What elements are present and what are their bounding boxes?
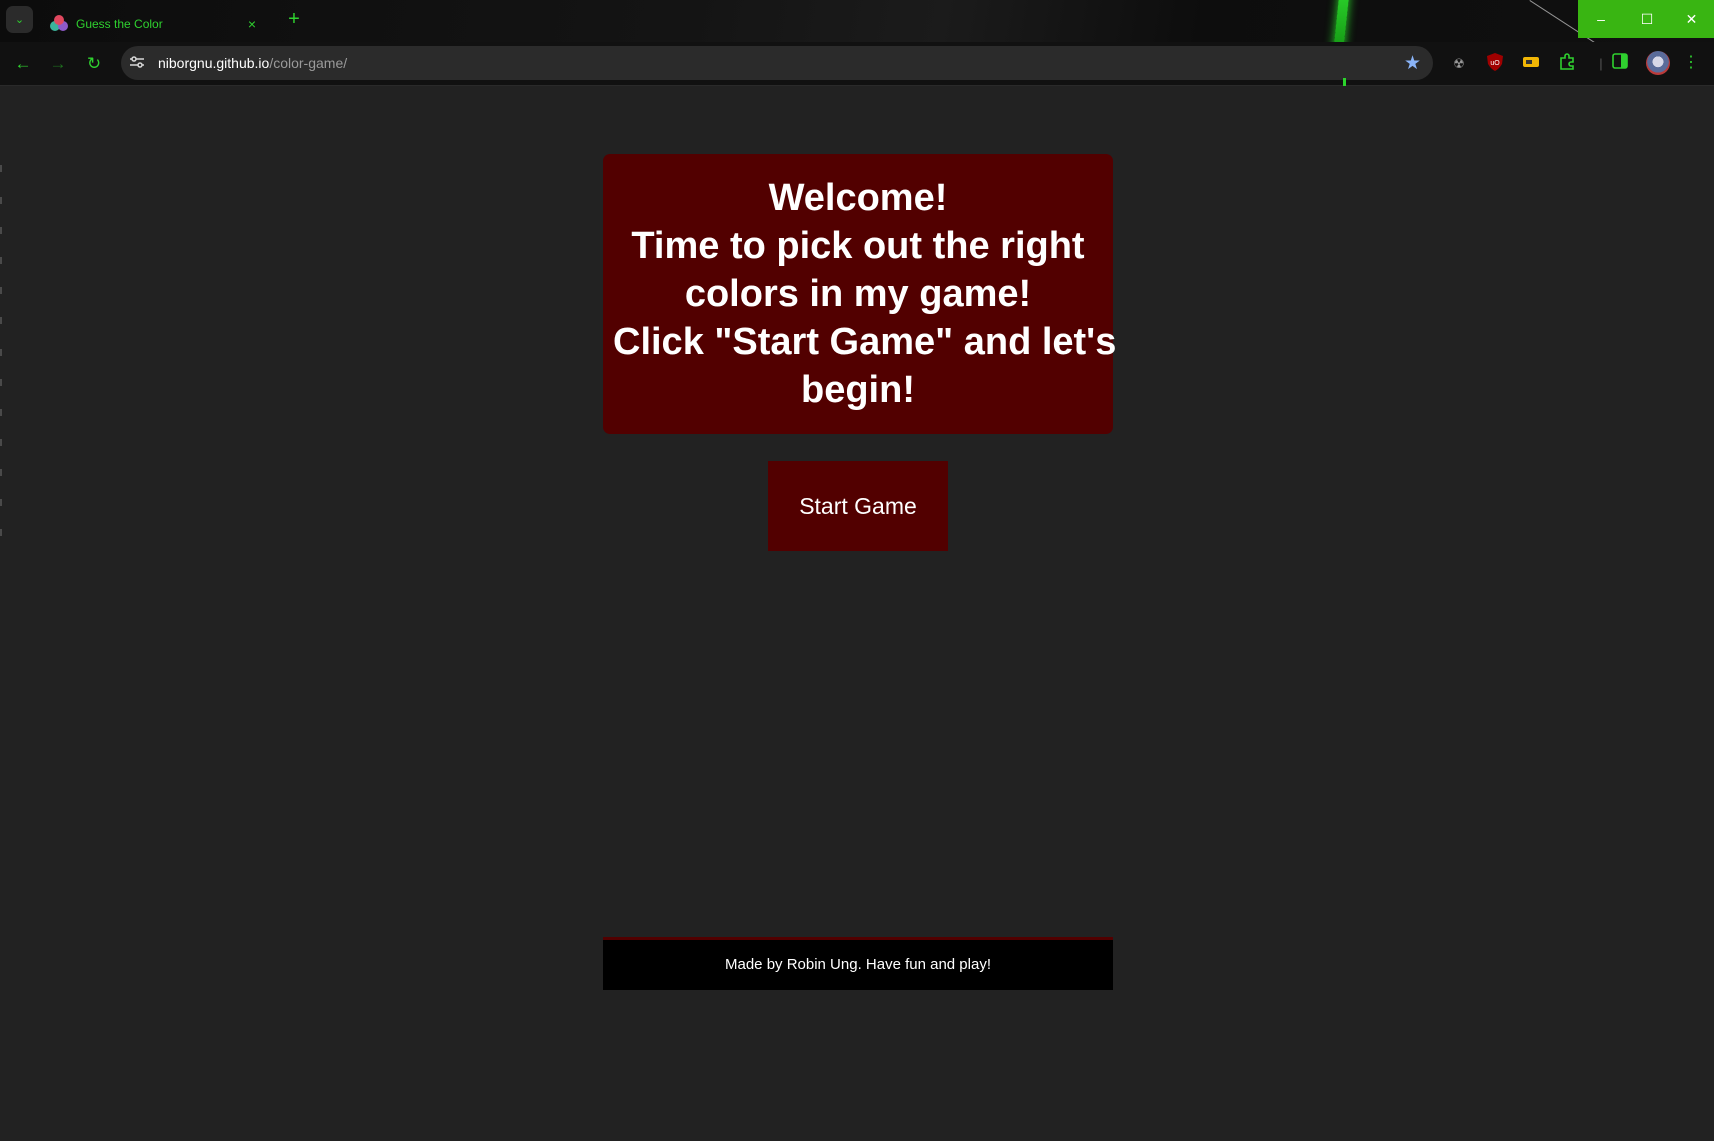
wallpaper-accent bbox=[1343, 78, 1346, 86]
back-button[interactable]: ← bbox=[10, 51, 36, 77]
minimize-button[interactable]: – bbox=[1578, 0, 1624, 38]
chevron-down-icon: ⌄ bbox=[14, 14, 25, 26]
tune-icon[interactable] bbox=[130, 55, 146, 71]
browser-toolbar: ← → ↻ niborgnu.github.io/color-game/ ★ ☢… bbox=[0, 42, 1714, 86]
forward-button[interactable]: → bbox=[45, 51, 71, 77]
start-game-button[interactable]: Start Game bbox=[768, 461, 948, 551]
close-window-button[interactable]: ✕ bbox=[1669, 0, 1714, 38]
maximize-button[interactable]: ☐ bbox=[1624, 0, 1670, 38]
welcome-line: Click "Start Game" and let's bbox=[613, 321, 1117, 363]
close-tab-icon[interactable]: × bbox=[244, 16, 260, 32]
welcome-line: colors in my game! bbox=[684, 273, 1032, 315]
tab-guess-the-color[interactable]: Guess the Color × bbox=[40, 5, 270, 42]
ublock-icon[interactable]: uO bbox=[1484, 53, 1506, 75]
footer: Made by Robin Ung. Have fun and play! bbox=[603, 937, 1113, 990]
tab-search-button[interactable]: ⌄ bbox=[6, 6, 33, 33]
avatar[interactable] bbox=[1646, 51, 1670, 75]
welcome-heading: Welcome! bbox=[768, 177, 948, 219]
color-circles-icon bbox=[50, 14, 68, 33]
url-path: /color-game/ bbox=[269, 55, 348, 71]
sidepanel-icon[interactable] bbox=[1609, 53, 1631, 75]
footer-text: Made by Robin Ung. Have fun and play! bbox=[725, 956, 991, 973]
new-tab-button[interactable]: + bbox=[282, 8, 306, 32]
url-domain: niborgnu.github.io bbox=[158, 55, 270, 71]
wallpaper-streak bbox=[1332, 0, 1350, 42]
svg-text:uO: uO bbox=[1490, 60, 1500, 67]
welcome-panel: Welcome! Time to pick out the right colo… bbox=[603, 154, 1117, 434]
welcome-line: begin! bbox=[801, 369, 915, 411]
radiation-icon[interactable]: ☢ bbox=[1448, 53, 1470, 75]
tab-title: Guess the Color bbox=[76, 16, 163, 31]
page-body: Welcome! Time to pick out the right colo… bbox=[0, 87, 1714, 1141]
puzzle-icon[interactable] bbox=[1556, 53, 1578, 75]
kebab-menu-icon[interactable]: ⋮ bbox=[1683, 52, 1699, 72]
title-bar: ⌄ Guess the Color × + – ☐ ✕ bbox=[0, 0, 1714, 42]
welcome-line: Time to pick out the right bbox=[631, 225, 1085, 267]
tag-icon[interactable] bbox=[1520, 53, 1542, 75]
left-edge-marks bbox=[0, 87, 3, 647]
reload-button[interactable]: ↻ bbox=[81, 51, 107, 77]
address-bar[interactable]: niborgnu.github.io/color-game/ ★ bbox=[121, 46, 1433, 80]
star-icon[interactable]: ★ bbox=[1404, 52, 1421, 75]
